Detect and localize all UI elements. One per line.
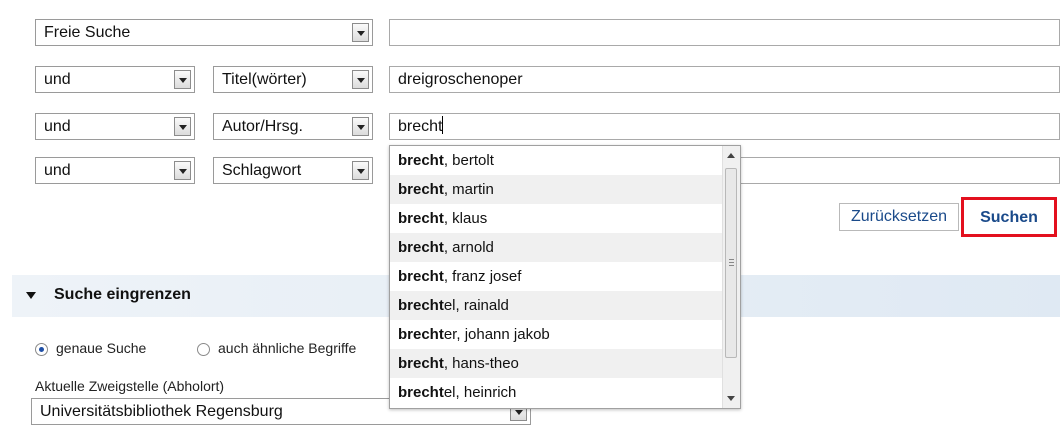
autocomplete-item[interactable]: brechtel, rainald [390,291,724,320]
grip-line [729,265,734,266]
autocomplete-dropdown: brecht, bertolt brecht, martin brecht, k… [389,145,741,409]
autocomplete-scrollbar[interactable] [722,146,740,408]
operator-select-value: und [44,71,71,88]
grip-line [729,259,734,260]
operator-select-row4[interactable]: und [35,157,195,184]
chevron-down-icon[interactable] [174,117,191,136]
text-caret [442,116,444,134]
autocomplete-item[interactable]: brecht, bertolt [390,146,724,175]
field-select-value: Autor/Hrsg. [222,118,303,135]
field-select-value: Schlagwort [222,162,302,179]
chevron-down-icon[interactable] [174,161,191,180]
autocomplete-item[interactable]: brecht, arnold [390,233,724,262]
exact-search-label: genaue Suche [56,340,147,356]
search-input-value: brecht [398,118,443,135]
autocomplete-item[interactable]: brecht, klaus [390,204,724,233]
autocomplete-item[interactable]: brecht, franz josef [390,262,724,291]
autocomplete-item[interactable]: brechtel, heinrich [390,378,724,407]
exact-search-radio[interactable] [35,343,48,356]
field-select-row2[interactable]: Titel(wörter) [213,66,373,93]
scrollbar-thumb[interactable] [725,168,737,358]
autocomplete-item[interactable]: brechter, johann jakob [390,320,724,349]
refine-section-title: Suche eingrenzen [54,286,191,303]
operator-select-row3[interactable]: und [35,113,195,140]
autocomplete-item[interactable]: brecht, hans-theo [390,349,724,378]
search-button[interactable]: Suchen [961,197,1057,237]
triangle-down-icon [26,292,36,299]
similar-terms-label: auch ähnliche Begriffe [218,340,357,356]
search-input-row1[interactable] [389,19,1060,46]
chevron-down-icon[interactable] [352,23,369,42]
grip-line [729,262,734,263]
chevron-down-icon[interactable] [352,161,369,180]
autocomplete-item[interactable]: brecht, martin [390,175,724,204]
search-input-row2[interactable]: dreigroschenoper [389,66,1060,93]
scroll-up-icon[interactable] [727,153,735,158]
field-select-row3[interactable]: Autor/Hrsg. [213,113,373,140]
branch-label: Aktuelle Zweigstelle (Abholort) [35,378,225,394]
reset-button[interactable]: Zurücksetzen [839,203,959,231]
search-input-value: dreigroschenoper [398,71,523,88]
chevron-down-icon[interactable] [174,70,191,89]
field-select-row4[interactable]: Schlagwort [213,157,373,184]
field-select-row1[interactable]: Freie Suche [35,19,373,46]
search-input-row3[interactable]: brecht [389,113,1060,140]
similar-terms-radio[interactable] [197,343,210,356]
operator-select-row2[interactable]: und [35,66,195,93]
operator-select-value: und [44,118,71,135]
chevron-down-icon[interactable] [352,70,369,89]
field-select-value: Freie Suche [44,24,131,41]
operator-select-value: und [44,162,71,179]
branch-select-value: Universitätsbibliothek Regensburg [40,403,283,420]
scroll-down-icon[interactable] [727,396,735,401]
field-select-value: Titel(wörter) [222,71,307,88]
chevron-down-icon[interactable] [352,117,369,136]
